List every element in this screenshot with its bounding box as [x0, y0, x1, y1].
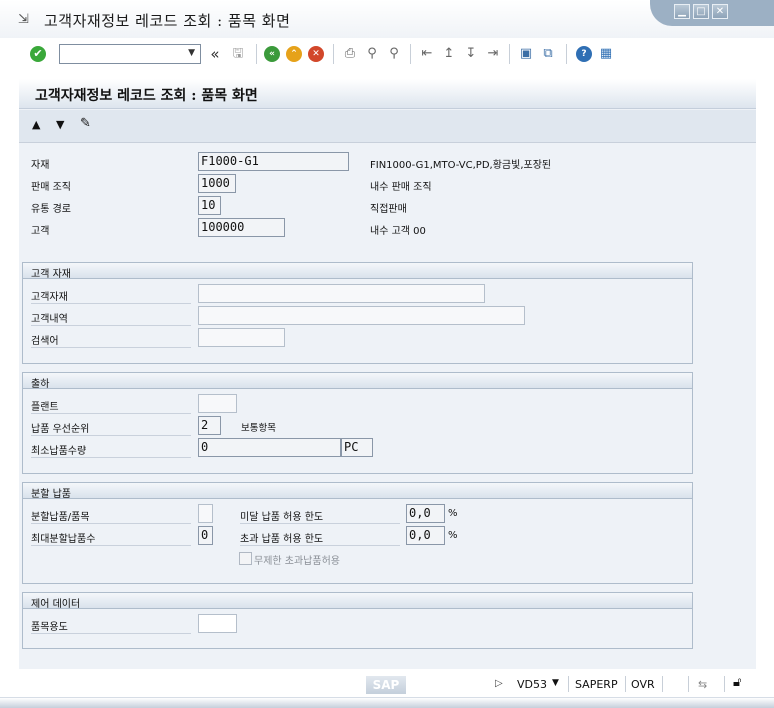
item-usage-label: 품목용도: [31, 618, 191, 634]
input-mode[interactable]: OVR: [631, 678, 655, 691]
sales-org-field[interactable]: 1000: [198, 174, 236, 193]
status-divider: [724, 676, 725, 692]
sales-org-description: 내수 판매 조직: [370, 182, 432, 193]
cust-desc-field[interactable]: [198, 306, 525, 325]
command-field[interactable]: ▼: [59, 44, 201, 64]
delivery-priority-description: 보통항목: [241, 423, 276, 434]
over-tolerance-unit: %: [448, 530, 458, 541]
group-title: 제어 데이터: [31, 599, 81, 610]
unlimited-overdelivery-checkbox[interactable]: [239, 552, 252, 565]
toolbar-divider: [256, 44, 257, 64]
chevron-down-icon[interactable]: ▼: [188, 48, 195, 58]
group-title: 고객 자재: [31, 269, 71, 280]
collapse-icon[interactable]: «: [206, 45, 224, 63]
previous-entry-icon[interactable]: ▲: [32, 118, 40, 131]
back-icon[interactable]: «: [264, 46, 280, 62]
window-bottom-edge: [0, 697, 774, 708]
search-term-field[interactable]: [198, 328, 285, 347]
new-session-icon[interactable]: ▣: [517, 45, 535, 63]
lock-icon[interactable]: 🔓︎: [733, 675, 741, 690]
material-description: FIN1000-G1,MTO-VC,PD,황금빛,포장된: [370, 160, 552, 171]
min-qty-unit-field[interactable]: PC: [341, 438, 373, 457]
exit-icon[interactable]: ⌃: [286, 46, 302, 62]
max-partial-label: 최대분할납품수: [31, 530, 191, 546]
save-icon[interactable]: 🖫: [229, 45, 247, 63]
next-page-icon[interactable]: ↧: [462, 45, 480, 63]
max-partial-field[interactable]: 0: [198, 526, 213, 545]
next-entry-icon[interactable]: ▼: [56, 118, 64, 131]
toolbar-divider: [410, 44, 411, 64]
page-title: 고객자재정보 레코드 조회 : 품목 화면: [35, 88, 258, 104]
find-icon[interactable]: ⚲: [363, 45, 381, 63]
status-divider: [568, 676, 569, 692]
plant-field[interactable]: [198, 394, 237, 413]
customer-description: 내수 고객 00: [370, 226, 426, 237]
find-next-icon[interactable]: ⚲: [385, 45, 403, 63]
first-page-icon[interactable]: ⇤: [418, 45, 436, 63]
under-tolerance-field[interactable]: 0,0: [406, 504, 445, 523]
partial-item-label: 분할납품/품목: [31, 508, 191, 524]
material-label: 자재: [31, 160, 50, 171]
help-icon[interactable]: ?: [576, 46, 592, 62]
dist-channel-field[interactable]: 10: [198, 196, 221, 215]
title-bar: ⇲ 고객자재정보 레코드 조회 : 품목 화면 ▁ □ ✕: [0, 0, 774, 38]
min-qty-field[interactable]: 0: [198, 438, 341, 457]
menu-icon[interactable]: ⇲: [18, 13, 34, 27]
customer-label: 고객: [31, 226, 50, 237]
application-toolbar: ▲ ▼ ✎: [19, 110, 756, 143]
sap-logo: SAP: [366, 676, 406, 694]
under-tolerance-unit: %: [448, 508, 458, 519]
cust-material-label: 고객자재: [31, 288, 191, 304]
delivery-priority-label: 납품 우선순위: [31, 420, 191, 436]
sales-org-label: 판매 조직: [31, 182, 71, 193]
edit-icon[interactable]: ✎: [80, 116, 91, 131]
delivery-priority-field[interactable]: 2: [198, 416, 221, 435]
unlimited-overdelivery-label: 무제한 초과납품허용: [254, 556, 340, 567]
toolbar-divider: [509, 44, 510, 64]
dist-channel-description: 직접판매: [370, 204, 407, 215]
layout-icon[interactable]: ▦: [597, 45, 615, 63]
minimize-icon[interactable]: ▁: [674, 4, 690, 19]
customer-field[interactable]: 100000: [198, 218, 285, 237]
status-divider: [688, 676, 689, 692]
under-tolerance-label: 미달 납품 허용 한도: [240, 508, 400, 524]
over-tolerance-label: 초과 납품 허용 한도: [240, 530, 400, 546]
toolbar-divider: [333, 44, 334, 64]
last-page-icon[interactable]: ⇥: [484, 45, 502, 63]
toolbar-divider: [566, 44, 567, 64]
enter-icon[interactable]: ✔: [30, 46, 46, 62]
cust-material-field[interactable]: [198, 284, 485, 303]
min-qty-label: 최소납품수량: [31, 442, 191, 458]
partial-item-field[interactable]: [198, 504, 213, 523]
system-name: SAPERP: [575, 678, 618, 691]
cust-desc-label: 고객내역: [31, 310, 191, 326]
prev-page-icon[interactable]: ↥: [440, 45, 458, 63]
status-expand-icon[interactable]: ▷: [495, 678, 503, 689]
group-header: 분할 납품: [23, 483, 692, 500]
search-term-label: 검색어: [31, 332, 191, 348]
connection-icon[interactable]: ⇆: [698, 678, 707, 691]
screen-header: 고객자재정보 레코드 조회 : 품목 화면: [19, 79, 756, 109]
chevron-down-icon[interactable]: ▼: [552, 678, 559, 688]
status-divider: [662, 676, 663, 692]
window-controls: ▁ □ ✕: [650, 0, 774, 26]
transaction-code: VD53: [517, 678, 547, 691]
maximize-icon[interactable]: □: [693, 4, 709, 19]
dist-channel-label: 유통 경로: [31, 204, 71, 215]
window-title: 고객자재정보 레코드 조회 : 품목 화면: [44, 12, 291, 30]
shortcut-icon[interactable]: ⧉: [539, 45, 557, 63]
cancel-icon[interactable]: ✕: [308, 46, 324, 62]
item-usage-field[interactable]: [198, 614, 237, 633]
group-header: 출하: [23, 373, 692, 390]
group-title: 분할 납품: [31, 489, 71, 500]
material-field[interactable]: F1000-G1: [198, 152, 349, 171]
group-title: 출하: [31, 379, 50, 390]
print-icon[interactable]: ⎙: [341, 45, 359, 63]
close-icon[interactable]: ✕: [712, 4, 728, 19]
group-header: 제어 데이터: [23, 593, 692, 610]
group-header: 고객 자재: [23, 263, 692, 280]
plant-label: 플랜트: [31, 398, 191, 414]
status-divider: [625, 676, 626, 692]
over-tolerance-field[interactable]: 0,0: [406, 526, 445, 545]
